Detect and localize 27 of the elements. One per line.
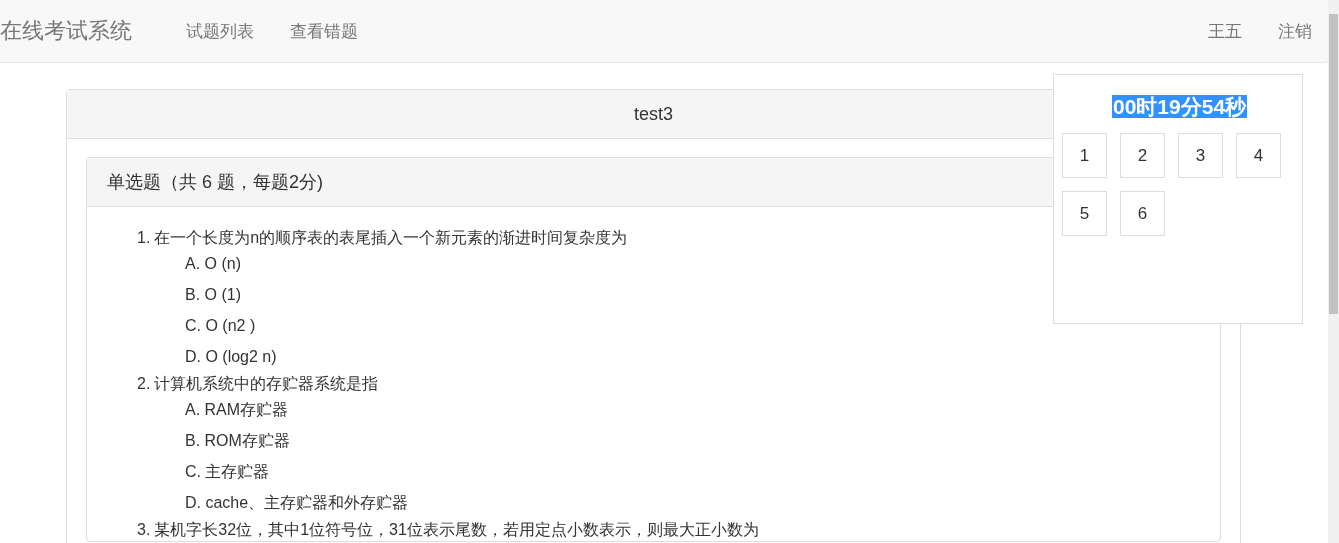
answer-option[interactable]: D. O (log2 n) bbox=[185, 348, 277, 365]
question-number: 2. bbox=[137, 375, 151, 392]
answer-option[interactable]: B. O (1) bbox=[185, 286, 241, 303]
answer-option[interactable]: C. 主存贮器 bbox=[185, 463, 270, 480]
question-number: 1. bbox=[137, 229, 151, 246]
question-nav-button[interactable]: 2 bbox=[1120, 133, 1165, 178]
user-name-link[interactable]: 王五 bbox=[1190, 19, 1260, 43]
question-text: 在一个长度为n的顺序表的表尾插入一个新元素的渐进时间复杂度为 bbox=[154, 229, 628, 246]
answer-option[interactable]: D. cache、主存贮器和外存贮器 bbox=[185, 494, 409, 511]
nav-link[interactable]: 查看错题 bbox=[272, 19, 376, 43]
scrollbar-thumb[interactable] bbox=[1329, 14, 1338, 314]
question-nav-button[interactable]: 3 bbox=[1178, 133, 1223, 178]
brand-title[interactable]: 在线考试系统 bbox=[0, 16, 168, 46]
logout-link[interactable]: 注销 bbox=[1260, 19, 1328, 43]
answer-option[interactable]: B. ROM存贮器 bbox=[185, 432, 290, 449]
nav-link[interactable]: 试题列表 bbox=[168, 19, 272, 43]
question-nav-button[interactable]: 6 bbox=[1120, 191, 1165, 236]
question-nav-button[interactable]: 4 bbox=[1236, 133, 1281, 178]
question-number: 3. bbox=[137, 521, 151, 538]
question-text: 计算机系统中的存贮器系统是指 bbox=[154, 375, 379, 392]
answer-option[interactable]: A. O (n) bbox=[185, 255, 241, 272]
countdown-timer: 00时19分54秒 bbox=[1112, 95, 1248, 118]
answer-option[interactable]: C. O (n2 ) bbox=[185, 317, 256, 334]
question-nav-button[interactable]: 5 bbox=[1062, 191, 1107, 236]
question-text: 某机字长32位，其中1位符号位，31位表示尾数，若用定点小数表示，则最大正小数为 bbox=[154, 521, 759, 538]
scrollbar[interactable] bbox=[1328, 0, 1339, 543]
answer-option[interactable]: A. RAM存贮器 bbox=[185, 401, 289, 418]
